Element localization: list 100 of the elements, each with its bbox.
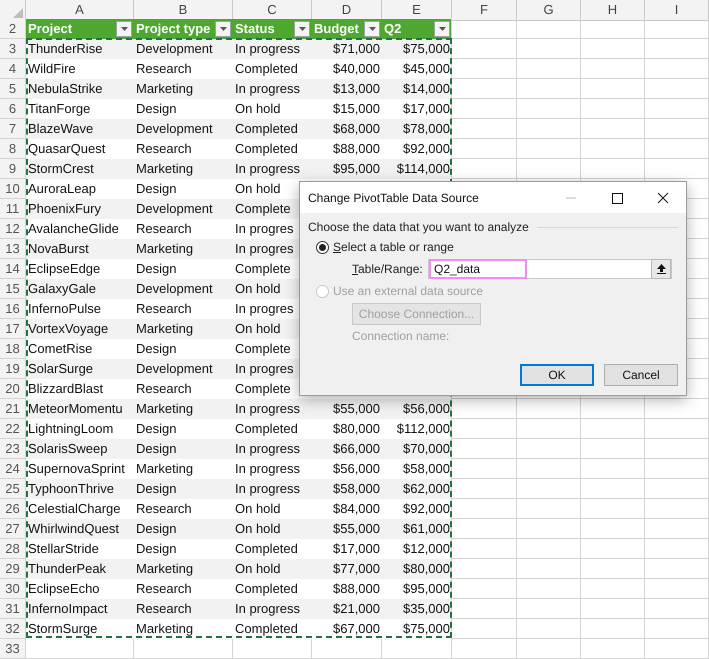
table-cell-text: In progres	[235, 300, 294, 318]
caret-icon	[120, 26, 128, 30]
table-cell-text: LightningLoom	[28, 420, 114, 438]
table-cell-text: $88,000	[333, 140, 380, 158]
header-cell: Status	[233, 19, 312, 39]
row-number: 5	[8, 80, 16, 98]
table-cell-text: $21,000	[333, 600, 380, 618]
column-header[interactable]: E	[412, 0, 421, 20]
header-cell: Q2	[382, 19, 452, 39]
row-number: 7	[8, 120, 16, 138]
table-cell-text: In progress	[235, 460, 300, 478]
column-header[interactable]: B	[178, 0, 188, 20]
row-number: 4	[8, 60, 16, 78]
table-cell-text: Design	[136, 100, 176, 118]
table-cell-text: $14,000	[403, 80, 450, 98]
table-cell-text: Marketing	[136, 460, 194, 478]
caret-icon	[368, 26, 376, 30]
row-number: 33	[5, 640, 20, 658]
table-cell-text: $17,000	[403, 100, 450, 118]
option-label: Use an external data source	[333, 283, 484, 300]
row-number: 6	[8, 100, 16, 118]
column-header[interactable]: D	[342, 0, 352, 20]
column-header[interactable]: H	[608, 0, 618, 20]
table-cell-text: On hold	[235, 560, 281, 578]
table-cell-text: $58,000	[333, 480, 380, 498]
row-number: 19	[5, 360, 20, 378]
table-cell-text: $56,000	[403, 400, 450, 418]
table-cell-text: $112,000	[396, 420, 450, 438]
column-header[interactable]: G	[543, 0, 554, 20]
column-header[interactable]: I	[674, 0, 678, 20]
table-cell-text: WhirlwindQuest	[28, 520, 120, 538]
dialog-button[interactable]: Cancel	[604, 364, 678, 386]
table-cell-text: Marketing	[136, 80, 194, 98]
collapse-button[interactable]	[651, 259, 671, 279]
table-cell-text: On hold	[235, 180, 281, 198]
table-cell-text: $68,000	[333, 120, 380, 138]
table-cell-text: QuasarQuest	[28, 140, 106, 158]
table-cell-text: Research	[136, 300, 192, 318]
dialog-button[interactable]: OK	[520, 364, 594, 386]
table-cell-text: $80,000	[403, 560, 450, 578]
table-cell-text: $40,000	[333, 60, 380, 78]
table-cell-text: Completed	[235, 580, 298, 598]
table-cell-text: BlazeWave	[28, 120, 94, 138]
filter-button[interactable]	[294, 20, 310, 36]
table-cell-text: Research	[136, 600, 192, 618]
table-cell-text: $92,000	[403, 500, 450, 518]
column-header[interactable]: A	[75, 0, 84, 20]
table-cell-text: Marketing	[136, 160, 194, 178]
table-cell-text: In progres	[235, 220, 294, 238]
row-number: 13	[5, 240, 20, 258]
table-cell-text: PhoenixFury	[28, 200, 101, 218]
row-number: 21	[5, 400, 20, 418]
table-cell-text: $55,000	[333, 400, 380, 418]
row-number: 22	[5, 420, 20, 438]
table-cell-text: $84,000	[333, 500, 380, 518]
column-header[interactable]: F	[480, 0, 488, 20]
table-cell-text: AuroraLeap	[28, 180, 96, 198]
row-number: 23	[5, 440, 20, 458]
column-header[interactable]: C	[267, 0, 277, 20]
filter-button[interactable]	[116, 20, 132, 36]
table-cell-text: $45,000	[403, 60, 450, 78]
table-cell-text: $55,000	[333, 520, 380, 538]
table-cell-text: Marketing	[136, 400, 194, 418]
table-cell-text: CelestialCharge	[28, 500, 120, 518]
row-number: 31	[5, 600, 20, 618]
table-cell-text: Research	[136, 500, 192, 518]
up-arrow-icon	[656, 264, 666, 274]
table-cell-text: $61,000	[403, 520, 450, 538]
filter-button[interactable]	[434, 20, 450, 36]
table-cell-text: In progress	[235, 440, 300, 458]
table-cell-text: Marketing	[136, 240, 194, 258]
table-cell-text: $56,000	[333, 460, 380, 478]
caret-icon	[220, 26, 226, 30]
table-cell-text: Design	[136, 340, 176, 358]
filter-button[interactable]	[364, 20, 380, 36]
table-cell-text: SupernovaSprint	[28, 460, 125, 478]
header-cell: Project type	[134, 19, 233, 39]
range-field[interactable]: Q2_data	[428, 259, 672, 279]
table-cell-text: Completed	[235, 140, 298, 158]
table-cell-text: On hold	[235, 280, 281, 298]
table-cell-text: TyphoonThrive	[28, 480, 114, 498]
row-number: 20	[5, 380, 20, 398]
table-cell-text: On hold	[235, 100, 281, 118]
radio-button[interactable]	[316, 240, 329, 254]
row-number: 29	[5, 560, 20, 578]
filter-button[interactable]	[215, 20, 231, 36]
table-cell-text: Design	[136, 260, 176, 278]
table-cell-text: Marketing	[136, 560, 194, 578]
table-cell-text: Development	[136, 280, 213, 298]
table-cell-text: $114,000	[396, 160, 450, 178]
table-cell-text: Design	[136, 180, 176, 198]
table-cell-text: On hold	[235, 500, 281, 518]
table-cell-text: $17,000	[333, 540, 380, 558]
table-cell-text: NebulaStrike	[28, 80, 102, 98]
table-cell-text: $12,000	[403, 540, 450, 558]
table-cell-text: Design	[136, 520, 176, 538]
row-number: 9	[8, 160, 16, 178]
table-cell-text: $70,000	[403, 440, 450, 458]
table-cell-text: BlizzardBlast	[28, 380, 104, 398]
table-cell-text: Complete	[235, 260, 291, 278]
